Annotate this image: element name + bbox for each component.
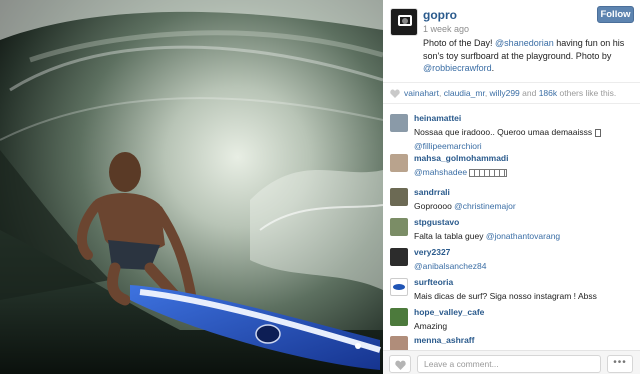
comment-body: Falta la tabla guey (414, 231, 486, 241)
comment-username[interactable]: mahsa_golmohammadi (414, 153, 508, 163)
avatar[interactable] (390, 308, 408, 326)
follow-button[interactable]: Follow (597, 6, 634, 23)
likes-summary: vainahart, claudia_mr, willy299 and 186k… (383, 82, 640, 104)
avatar[interactable] (390, 114, 408, 132)
comment-footer: ••• (383, 350, 640, 374)
comment-mention-link[interactable]: @jonathantovarang (486, 231, 560, 241)
caption-text: . (491, 63, 495, 73)
comment-text: Amazing (414, 321, 448, 331)
surf-logo-icon (393, 284, 405, 290)
comment-username[interactable]: stpgustavo (414, 217, 459, 227)
post-photo[interactable] (0, 0, 383, 374)
avatar[interactable] (390, 154, 408, 172)
comment-input[interactable] (417, 355, 601, 373)
post-timestamp: 1 week ago (423, 24, 470, 34)
gopro-camera-icon[interactable] (390, 8, 418, 36)
avatar[interactable] (390, 218, 408, 236)
avatar[interactable] (390, 248, 408, 266)
caption-mention-link[interactable]: @robbiecrawford (423, 63, 492, 73)
comment-item: mahsa_golmohammadi @mahshadee (383, 150, 640, 188)
comment-text: @anibalsanchez84 (414, 261, 486, 271)
comment-mention-link[interactable]: @mahshadee (414, 167, 467, 177)
ellipsis-icon[interactable]: ••• (607, 355, 633, 373)
post-caption: Photo of the Day! @shanedorian having fu… (423, 37, 631, 75)
comment-tail-glyph (594, 128, 601, 137)
like-button[interactable] (389, 355, 411, 373)
caption-text: Photo of the Day! (423, 38, 496, 48)
liker-link[interactable]: vainahart (404, 88, 439, 98)
liker-link[interactable]: willy299 (490, 88, 520, 98)
comment-text: Falta la tabla guey @jonathantovarang (414, 231, 560, 241)
comment-username[interactable]: hope_valley_cafe (414, 307, 484, 317)
comment-item: heinamattei Nossaa que iradooo.. Queroo … (383, 110, 640, 151)
likes-count[interactable]: 186k (539, 88, 557, 98)
comment-text: Goproooo @christinemajor (414, 201, 516, 211)
surfer-photo-image (0, 0, 383, 374)
comment-text: @mahshadee (414, 167, 508, 177)
post-username[interactable]: gopro (423, 8, 457, 22)
post-detail-panel: gopro 1 week ago Follow Photo of the Day… (383, 0, 640, 374)
likes-suffix: others like this. (557, 88, 617, 98)
comment-username[interactable]: sandrrali (414, 187, 450, 197)
comment-text: Nossaa que iradooo.. Queroo umaa demaais… (414, 127, 603, 151)
comment-body: Nossaa que iradooo.. Queroo umaa demaais… (414, 127, 595, 137)
liker-link[interactable]: claudia_mr (444, 88, 485, 98)
heart-icon (395, 360, 406, 370)
emoji-glyphs (469, 168, 508, 177)
comment-username[interactable]: very2327 (414, 247, 450, 257)
post-header: gopro 1 week ago Follow Photo of the Day… (383, 0, 640, 80)
comment-username[interactable]: menna_ashraff (414, 335, 474, 345)
avatar[interactable] (390, 278, 408, 296)
comment-text: Mais dicas de surf? Siga nosso instagram… (414, 291, 597, 301)
comment-username[interactable]: surfteoria (414, 277, 453, 287)
comment-username[interactable]: heinamattei (414, 113, 461, 123)
comment-mention-link[interactable]: @anibalsanchez84 (414, 261, 486, 271)
avatar[interactable] (390, 188, 408, 206)
comment-mention-link[interactable]: @christinemajor (454, 201, 516, 211)
heart-icon (390, 89, 400, 98)
comment-body: Goproooo (414, 201, 455, 211)
caption-mention-link[interactable]: @shanedorian (495, 38, 554, 48)
